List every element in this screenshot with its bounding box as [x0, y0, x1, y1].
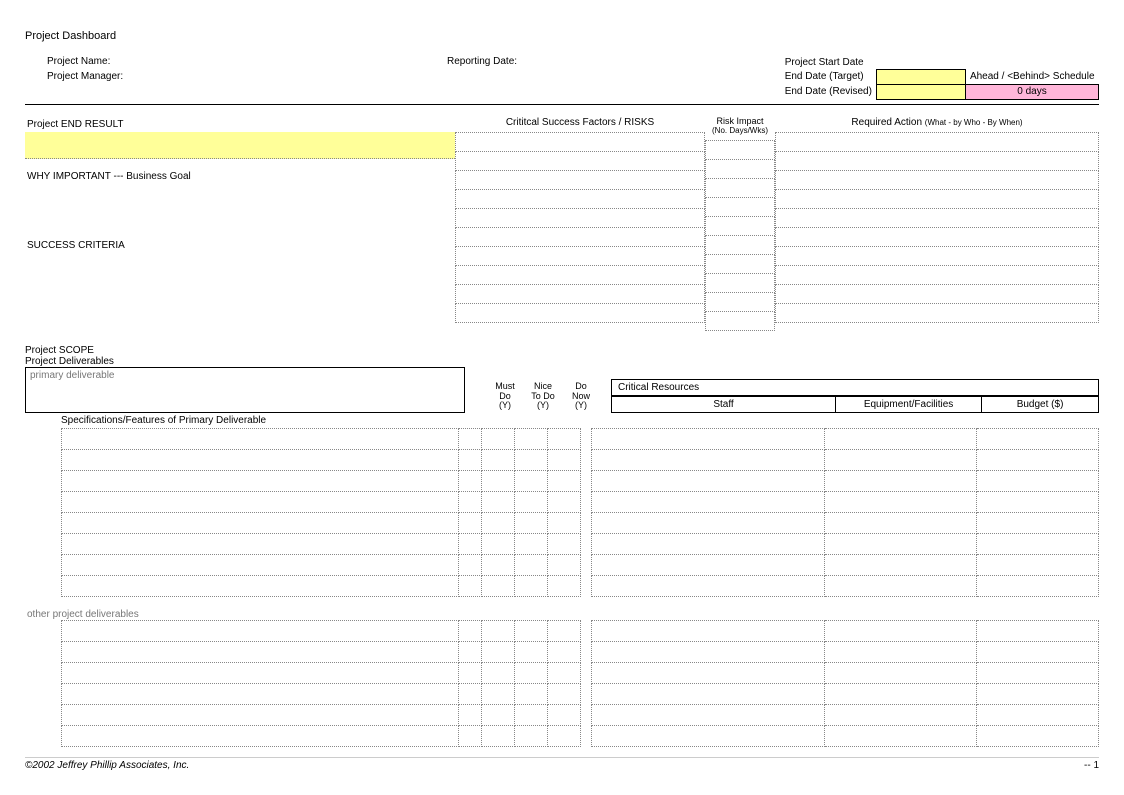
do-now-header: DoNow(Y) — [563, 382, 599, 412]
equipment-header: Equipment/Facilities — [836, 397, 982, 413]
must-do-header: MustDo(Y) — [487, 382, 523, 412]
end-date-revised-label: End Date (Revised) — [781, 84, 877, 99]
other-deliverables-table-right[interactable] — [591, 620, 1099, 747]
risk-rows[interactable] — [705, 140, 775, 331]
resources-subheader: Staff Equipment/Facilities Budget ($) — [611, 396, 1099, 413]
budget-header: Budget ($) — [982, 397, 1099, 413]
other-deliverables-table-left[interactable] — [61, 620, 581, 747]
critical-resources-header: Critical Resources — [611, 379, 1099, 396]
resources-table[interactable] — [591, 428, 1099, 597]
staff-header: Staff — [612, 397, 836, 413]
other-deliverables-label: other project deliverables — [25, 609, 1099, 620]
action-rows[interactable] — [775, 132, 1099, 323]
required-action-header: Required Action (What - by Who - By When… — [775, 117, 1099, 132]
reporting-date-label: Reporting Date: — [447, 56, 667, 67]
end-date-target-cell[interactable] — [876, 69, 965, 84]
separator — [25, 104, 1099, 105]
spec-table[interactable] — [61, 428, 581, 597]
project-name-label: Project Name: — [47, 56, 447, 67]
start-date-label: Project Start Date — [781, 56, 877, 69]
primary-deliverable-box[interactable]: primary deliverable — [25, 367, 465, 413]
dates-table: Project Start Date End Date (Target) Ahe… — [781, 56, 1099, 100]
end-date-revised-cell[interactable] — [876, 84, 965, 99]
deliverables-label: Project Deliverables — [25, 356, 1099, 367]
nice-to-do-header: NiceTo Do(Y) — [525, 382, 561, 412]
schedule-label: Ahead / <Behind> Schedule — [965, 69, 1098, 84]
schedule-value: 0 days — [965, 84, 1098, 99]
risk-impact-header: Risk Impact (No. Days/Wks) — [705, 117, 775, 141]
why-important-label: WHY IMPORTANT --- Business Goal — [25, 169, 455, 184]
project-manager-label: Project Manager: — [47, 71, 447, 82]
csf-rows[interactable] — [455, 132, 705, 323]
end-date-target-label: End Date (Target) — [781, 69, 877, 84]
page-title: Project Dashboard — [25, 30, 1099, 42]
end-result-label: Project END RESULT — [25, 117, 455, 132]
copyright: ©2002 Jeffrey Phillip Associates, Inc. — [25, 760, 189, 771]
scope-label: Project SCOPE — [25, 345, 1099, 356]
mdo-headers: MustDo(Y) NiceTo Do(Y) DoNow(Y) — [485, 380, 601, 414]
end-result-input[interactable] — [25, 132, 455, 159]
page-number: -- 1 — [1084, 760, 1099, 771]
csf-header: Crititcal Success Factors / RISKS — [455, 117, 705, 132]
success-criteria-label: SUCCESS CRITERIA — [25, 238, 455, 253]
spec-label: Specifications/Features of Primary Deliv… — [25, 413, 1099, 428]
